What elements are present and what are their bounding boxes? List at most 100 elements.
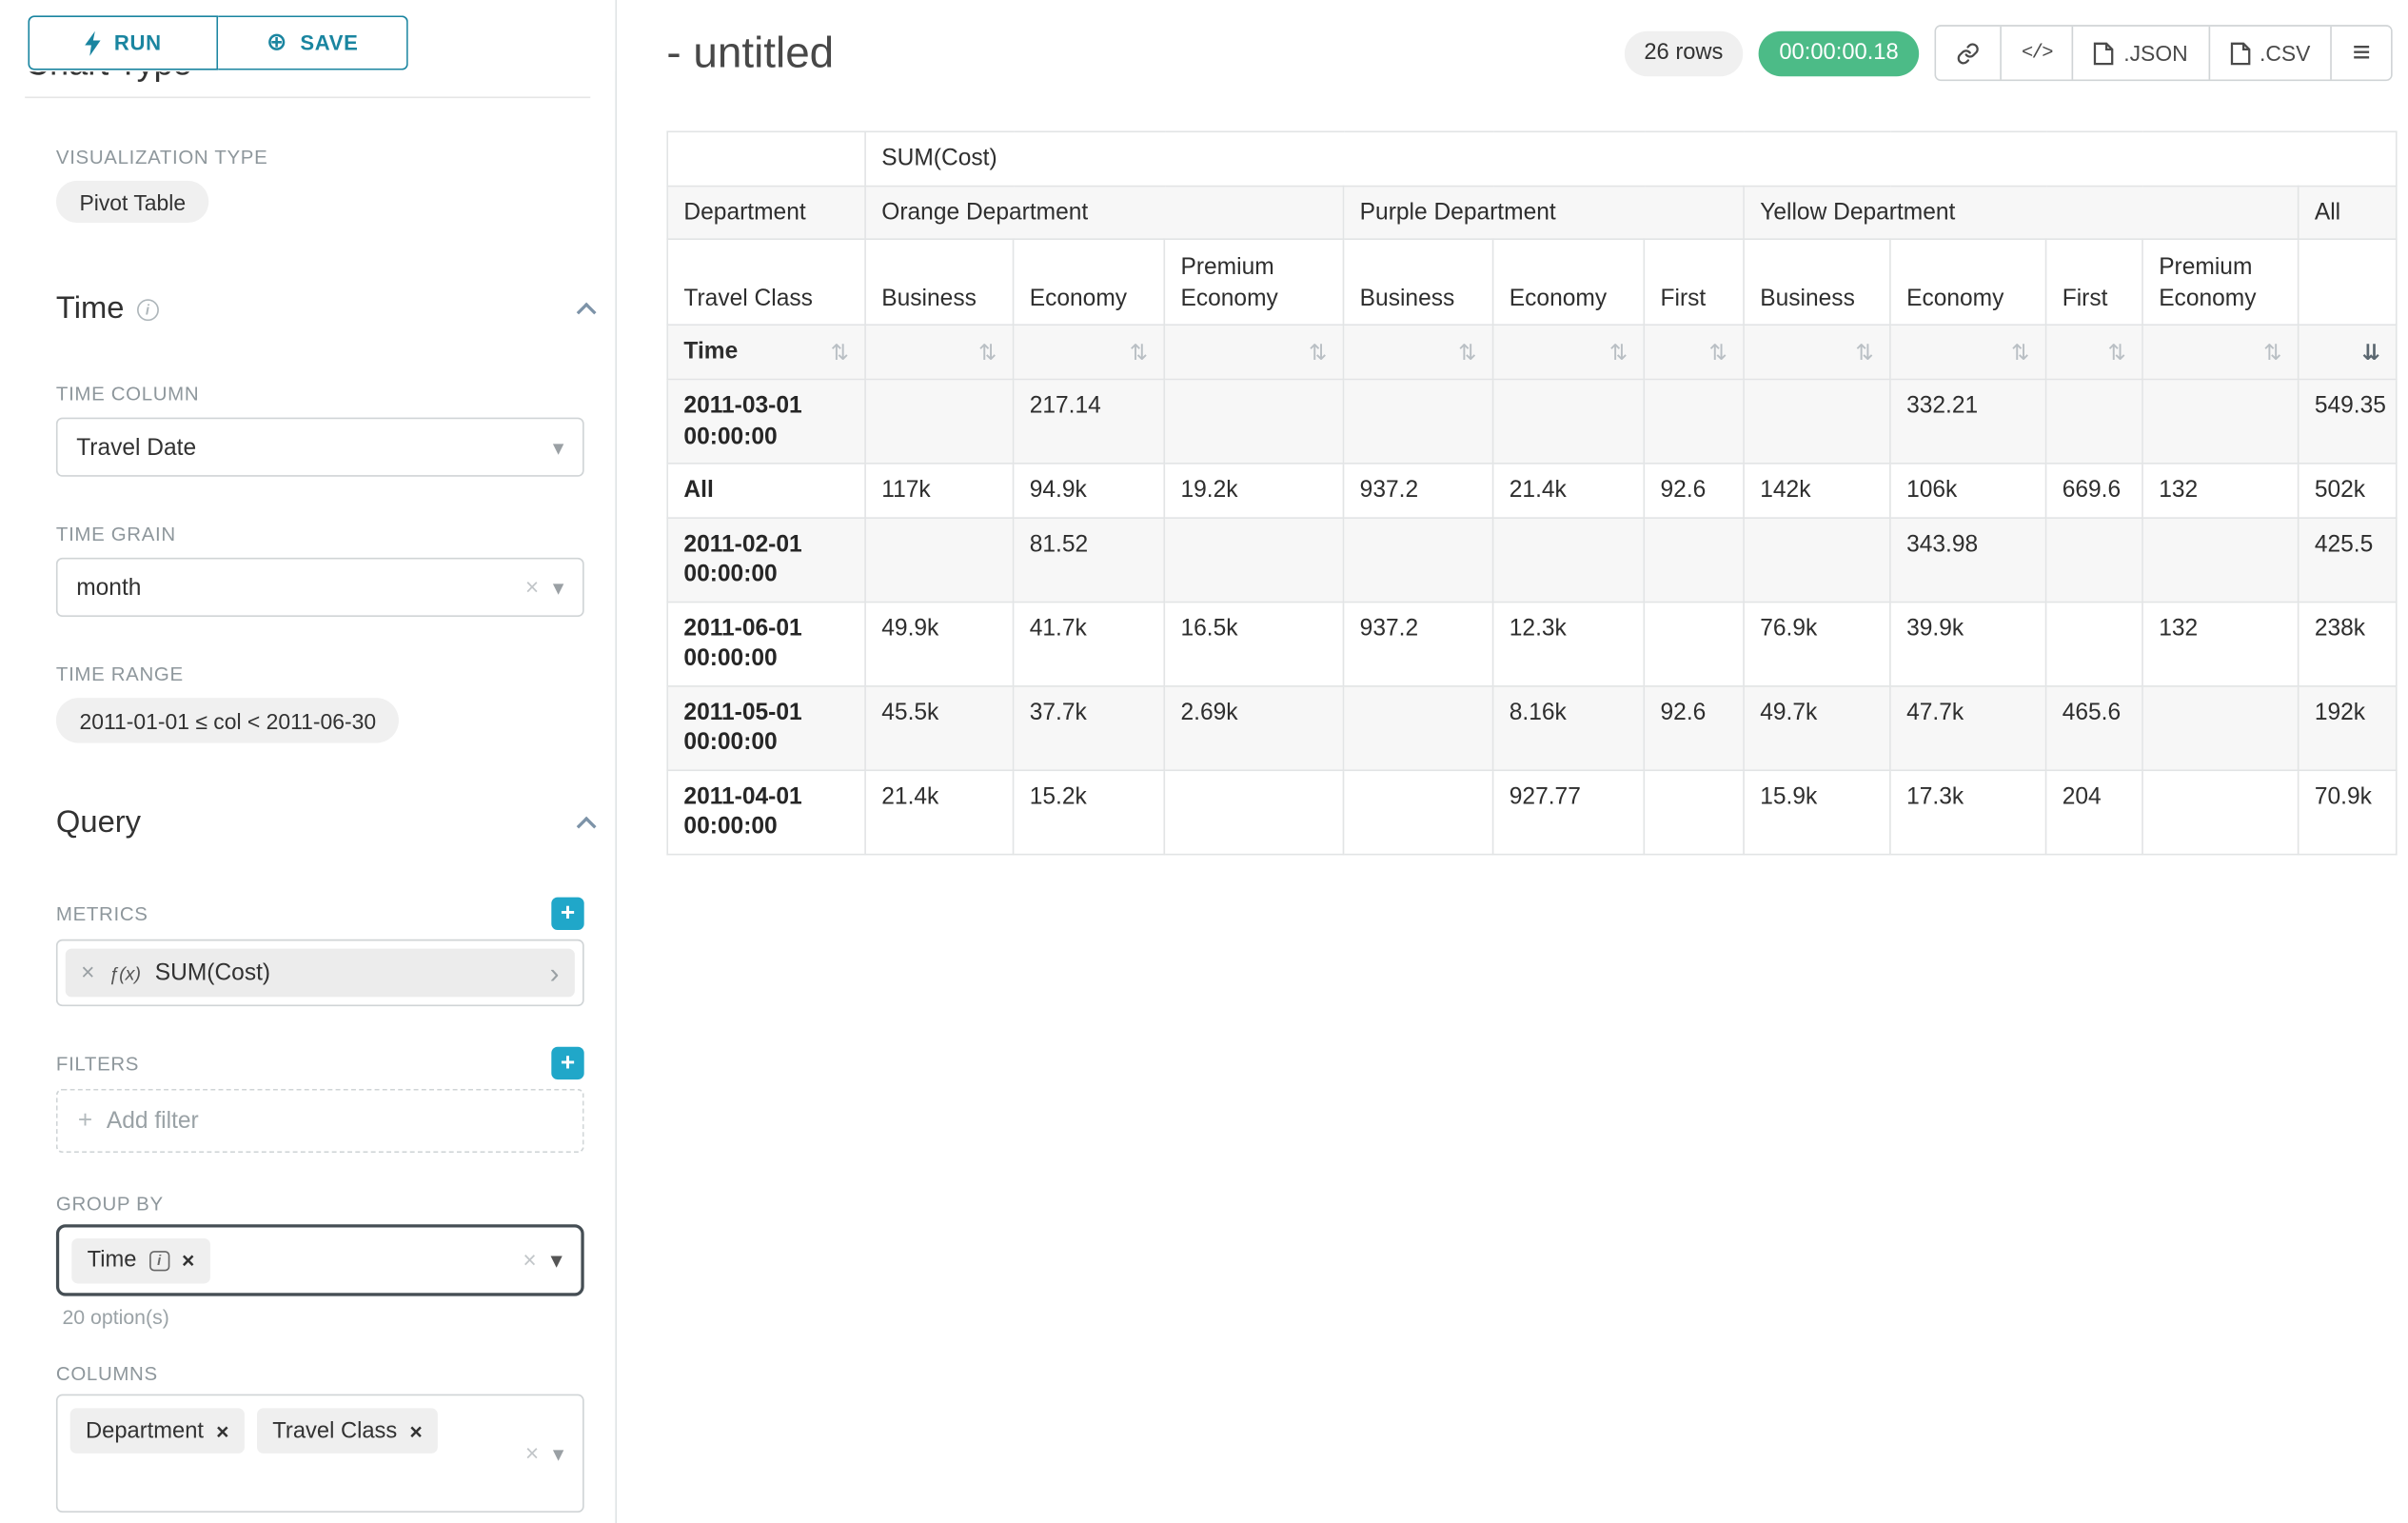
pivot-class-header: First: [1644, 239, 1744, 325]
filters-label: FILTERS: [56, 1052, 139, 1074]
chevron-up-icon: [577, 303, 597, 323]
pivot-value-cell: 92.6: [1644, 464, 1744, 517]
sort-icon[interactable]: ⇅: [2011, 341, 2029, 363]
export-csv-button[interactable]: .CSV: [2208, 27, 2331, 80]
pivot-group-header: All: [2299, 186, 2397, 239]
pivot-value-cell: 204: [2046, 769, 2142, 853]
pivot-class-header: Premium Economy: [1164, 239, 1343, 325]
sort-icon[interactable]: ⇅: [978, 341, 997, 363]
sort-icon[interactable]: ⇅: [1309, 341, 1327, 363]
pivot-value-cell: [1744, 517, 1890, 601]
pivot-value-cell: [2142, 685, 2299, 769]
metric-chip[interactable]: × ƒ(x) SUM(Cost) ›: [66, 949, 575, 998]
add-metric-button[interactable]: +: [551, 898, 583, 930]
pivot-value-cell: [1493, 379, 1645, 463]
pivot-class-header: Economy: [1493, 239, 1645, 325]
time-range-pill[interactable]: 2011-01-01 ≤ col < 2011-06-30: [56, 698, 400, 742]
pivot-value-cell: 45.5k: [865, 685, 1013, 769]
pivot-group-row: DepartmentOrange DepartmentPurple Depart…: [667, 186, 2397, 239]
columns-chip-department: Department ×: [70, 1408, 245, 1453]
time-grain-select[interactable]: month × ▾: [56, 558, 584, 617]
json-file-icon: [2094, 41, 2114, 65]
pivot-sort-cell: ⇅: [1014, 325, 1165, 379]
sort-icon[interactable]: ⇅: [2108, 341, 2126, 363]
pivot-value-cell: 937.2: [1343, 464, 1492, 517]
remove-chip-icon[interactable]: ×: [216, 1418, 228, 1443]
export-json-button[interactable]: .JSON: [2072, 27, 2208, 80]
group-by-options-hint: 20 option(s): [62, 1305, 583, 1329]
clear-icon[interactable]: ×: [525, 1442, 539, 1466]
run-bolt-icon: [85, 30, 102, 55]
chevron-right-icon[interactable]: ›: [550, 959, 560, 986]
table-row: 2011-05-01 00:00:0045.5k37.7k2.69k8.16k9…: [667, 685, 2397, 769]
sort-icon[interactable]: ⇅: [1609, 341, 1628, 363]
clear-icon[interactable]: ×: [525, 576, 539, 600]
time-grain-value: month: [76, 574, 141, 601]
pivot-value-cell: 21.4k: [1493, 464, 1645, 517]
pivot-value-cell: [1644, 379, 1744, 463]
time-column-select[interactable]: Travel Date ▾: [56, 418, 584, 477]
sort-icon[interactable]: ⇊: [2362, 341, 2380, 363]
link-icon: [1956, 41, 1980, 65]
time-range-label: TIME RANGE: [56, 663, 184, 685]
info-icon: i: [137, 298, 159, 320]
pivot-value-cell: 142k: [1744, 464, 1890, 517]
add-filter-dropzone[interactable]: + Add filter: [56, 1089, 584, 1153]
pivot-group-header: Orange Department: [865, 186, 1343, 239]
sort-icon[interactable]: ⇅: [2263, 341, 2281, 363]
pivot-value-cell: [1164, 769, 1343, 853]
pivot-group-header: Purple Department: [1343, 186, 1744, 239]
sort-icon[interactable]: ⇅: [1709, 341, 1727, 363]
table-row: 2011-04-01 00:00:0021.4k15.2k927.7715.9k…: [667, 769, 2397, 853]
group-by-select[interactable]: Time i × × ▾: [56, 1224, 584, 1296]
pivot-class-header: Premium Economy: [2142, 239, 2299, 325]
pivot-value-cell: 132: [2142, 464, 2299, 517]
remove-chip-icon[interactable]: ×: [182, 1248, 194, 1273]
chevron-down-icon[interactable]: ▾: [553, 577, 564, 599]
chevron-down-icon[interactable]: ▾: [553, 436, 564, 458]
run-button[interactable]: RUN: [28, 15, 218, 69]
divider: [25, 96, 590, 98]
metric-label: SUM(Cost): [155, 959, 270, 986]
metrics-control: × ƒ(x) SUM(Cost) ›: [56, 940, 584, 1006]
pivot-sort-row: Time⇅⇅⇅⇅⇅⇅⇅⇅⇅⇅⇅⇊: [667, 325, 2397, 379]
sort-icon[interactable]: ⇅: [831, 341, 849, 363]
time-column-value: Travel Date: [76, 434, 196, 461]
visualization-type-label: VISUALIZATION TYPE: [56, 147, 267, 168]
time-section-header[interactable]: Time i: [56, 291, 594, 327]
sort-icon[interactable]: ⇅: [1458, 341, 1476, 363]
pivot-row-label: 2011-03-01 00:00:00: [667, 379, 865, 463]
pivot-value-cell: [865, 379, 1013, 463]
pivot-class-row: Travel ClassBusinessEconomyPremium Econo…: [667, 239, 2397, 325]
save-plus-icon: ⊕: [266, 30, 288, 55]
chevron-down-icon[interactable]: ▾: [550, 1249, 562, 1273]
sort-icon[interactable]: ⇅: [1856, 341, 1874, 363]
pivot-sort-cell: ⇅: [865, 325, 1013, 379]
info-icon[interactable]: i: [149, 1250, 169, 1270]
chart-title: - untitled: [666, 28, 834, 77]
remove-chip-icon[interactable]: ×: [409, 1418, 422, 1443]
save-button-label: SAVE: [300, 31, 358, 55]
run-save-button-group: RUN ⊕ SAVE: [28, 15, 587, 69]
csv-file-icon: [2230, 41, 2250, 65]
view-query-button[interactable]: </>: [2000, 27, 2072, 80]
pivot-row-label: 2011-02-01 00:00:00: [667, 517, 865, 601]
copy-link-button[interactable]: [1936, 27, 2000, 80]
table-row: 2011-06-01 00:00:0049.9k41.7k16.5k937.21…: [667, 602, 2397, 685]
columns-select[interactable]: Department × Travel Class × × ▾: [56, 1394, 584, 1513]
pivot-value-cell: [1343, 685, 1492, 769]
app: Chart Type RUN ⊕ SAVE VISUALIZATION TYPE: [0, 0, 2408, 1523]
save-button[interactable]: ⊕ SAVE: [218, 15, 408, 69]
pivot-value-cell: 502k: [2299, 464, 2397, 517]
remove-metric-icon[interactable]: ×: [81, 959, 94, 986]
sort-icon[interactable]: ⇅: [1130, 341, 1148, 363]
visualization-type-pill[interactable]: Pivot Table: [56, 181, 209, 223]
pivot-value-cell: 70.9k: [2299, 769, 2397, 853]
query-section-header[interactable]: Query: [56, 805, 594, 841]
more-menu-button[interactable]: ≡: [2331, 27, 2391, 80]
pivot-value-cell: 106k: [1890, 464, 2046, 517]
add-filter-button[interactable]: +: [551, 1047, 583, 1079]
chevron-down-icon[interactable]: ▾: [553, 1442, 564, 1464]
pivot-row-label: All: [667, 464, 865, 517]
clear-icon[interactable]: ×: [523, 1249, 536, 1273]
